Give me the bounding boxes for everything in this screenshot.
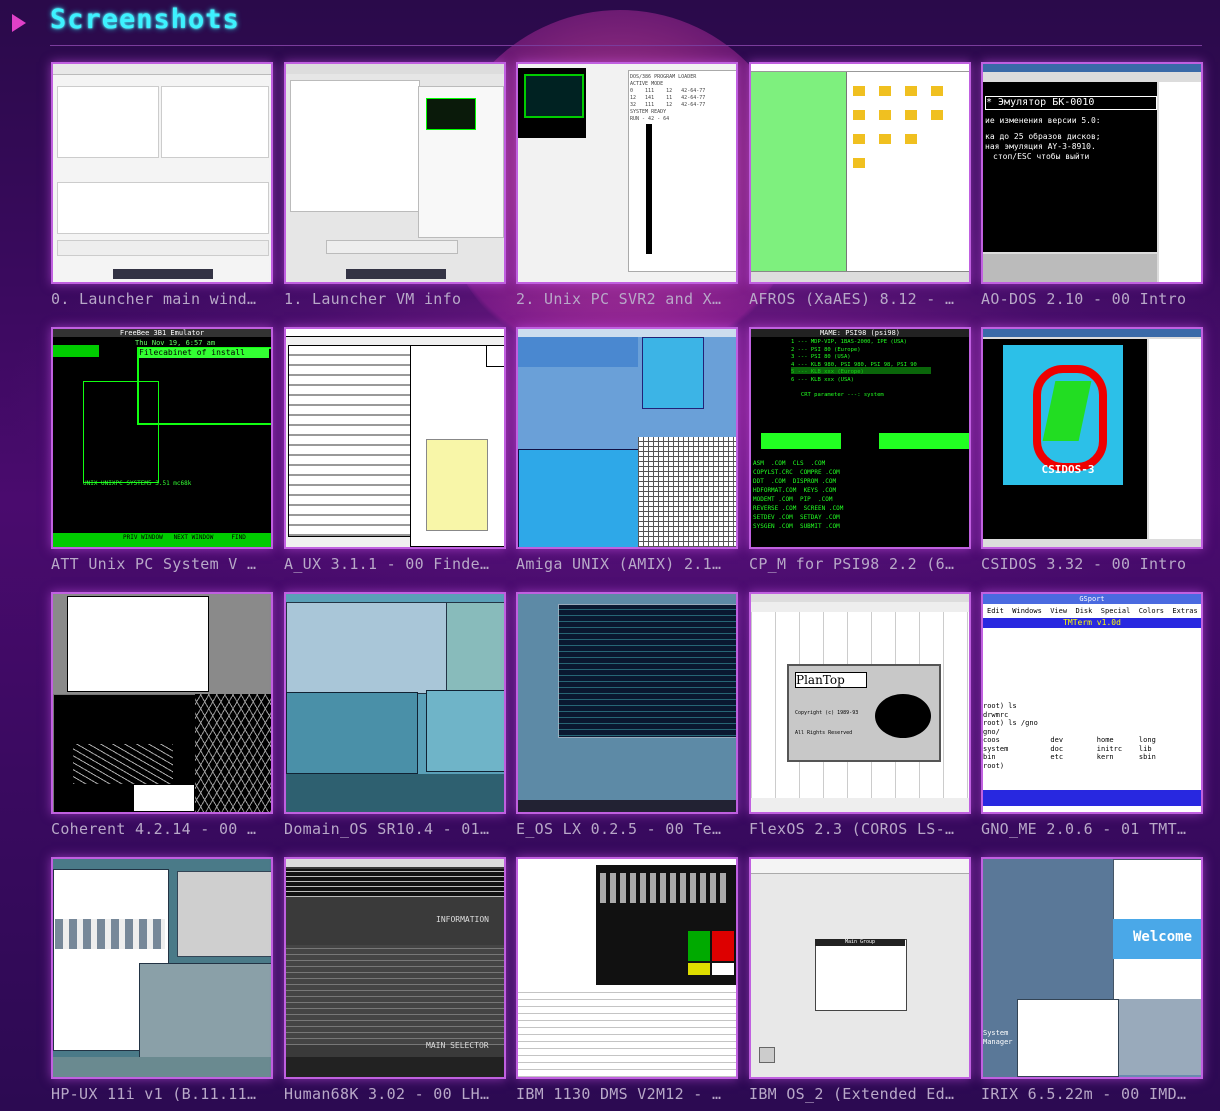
terminal-title: TMTerm v1.0d — [983, 618, 1201, 628]
welcome-heading: Welcome — [1133, 929, 1193, 945]
play-icon — [12, 14, 26, 32]
screenshot-thumbnail[interactable]: CSIDOS-3 — [981, 327, 1203, 549]
screenshot-thumbnail[interactable]: * Эмулятор БК-0010 ие изменения версии 5… — [981, 62, 1203, 284]
screenshot-thumbnail[interactable] — [51, 857, 273, 1079]
screenshot-caption: IRIX 6.5.22m - 00 IMD… — [981, 1085, 1187, 1103]
screenshot-caption: HP-UX 11i v1 (B.11.11… — [51, 1085, 257, 1103]
screenshot-thumbnail[interactable]: Welcome System Manager — [981, 857, 1203, 1079]
screenshot-caption: IBM 1130 DMS V2M12 - … — [516, 1085, 722, 1103]
screenshot-thumbnail[interactable]: FreeBee 3B1 Emulator Thu Nov 19, 6:57 am… — [51, 327, 273, 549]
screenshot-thumbnail[interactable] — [51, 62, 273, 284]
screenshot-caption: FlexOS 2.3 (COROS LS-… — [749, 820, 955, 838]
screenshot-caption: AFROS (XaAES) 8.12 - … — [749, 290, 955, 308]
section-title: Screenshots — [50, 4, 240, 35]
screenshot-caption: CP_M for PSI98 2.2 (6… — [749, 555, 955, 573]
screenshot-caption: Amiga UNIX (AMIX) 2.1… — [516, 555, 722, 573]
emulator-banner: * Эмулятор БК-0010 — [985, 96, 1157, 110]
screenshot-thumbnail[interactable]: INFORMATION MAIN SELECTOR — [284, 857, 506, 1079]
header-divider — [50, 45, 1202, 46]
screenshot-caption: CSIDOS 3.32 - 00 Intro — [981, 555, 1187, 573]
screenshot-thumbnail[interactable]: PlanTop Copyright (c) 1989-93 All Rights… — [749, 592, 971, 814]
screenshot-caption: Coherent 4.2.14 - 00 … — [51, 820, 257, 838]
screenshot-thumbnail[interactable] — [516, 857, 738, 1079]
screenshot-caption: 2. Unix PC SVR2 and X… — [516, 290, 722, 308]
screenshot-caption: GNO_ME 2.0.6 - 01 TMT… — [981, 820, 1187, 838]
screenshot-caption: E_OS LX 0.2.5 - 00 Te… — [516, 820, 722, 838]
screenshot-caption: A_UX 3.1.1 - 00 Finde… — [284, 555, 490, 573]
screenshot-caption: ATT Unix PC System V … — [51, 555, 257, 573]
screenshot-thumbnail[interactable]: MAME: PSI98 (psi98) 1 --- MDP-VIP, 1BAS-… — [749, 327, 971, 549]
screenshot-caption: Human68K 3.02 - 00 LH… — [284, 1085, 490, 1103]
csidos-logo: CSIDOS-3 — [1041, 463, 1095, 476]
section-header: Screenshots — [0, 0, 1220, 48]
screenshot-thumbnail[interactable] — [51, 592, 273, 814]
screenshot-thumbnail[interactable] — [284, 327, 506, 549]
screenshot-caption: IBM OS_2 (Extended Ed… — [749, 1085, 955, 1103]
screenshot-caption: 0. Launcher main wind… — [51, 290, 257, 308]
screenshot-thumbnail[interactable] — [749, 62, 971, 284]
screenshot-thumbnail[interactable]: GSport Edit Windows View Disk Special Co… — [981, 592, 1203, 814]
screenshot-caption: AO-DOS 2.10 - 00 Intro — [981, 290, 1187, 308]
screenshot-thumbnail[interactable] — [284, 592, 506, 814]
screenshot-thumbnail[interactable] — [516, 327, 738, 549]
screenshot-caption: Domain_OS SR10.4 - 01… — [284, 820, 490, 838]
screenshot-thumbnail[interactable] — [284, 62, 506, 284]
plantop-logo: PlanTop — [795, 672, 867, 688]
screenshot-thumbnail[interactable] — [516, 592, 738, 814]
screenshot-caption: 1. Launcher VM info — [284, 290, 462, 308]
screenshot-thumbnail[interactable]: DOS/386 PROGRAM LOADER ACTIVE MODE 0 111… — [516, 62, 738, 284]
screenshot-thumbnail[interactable]: Main Group — [749, 857, 971, 1079]
